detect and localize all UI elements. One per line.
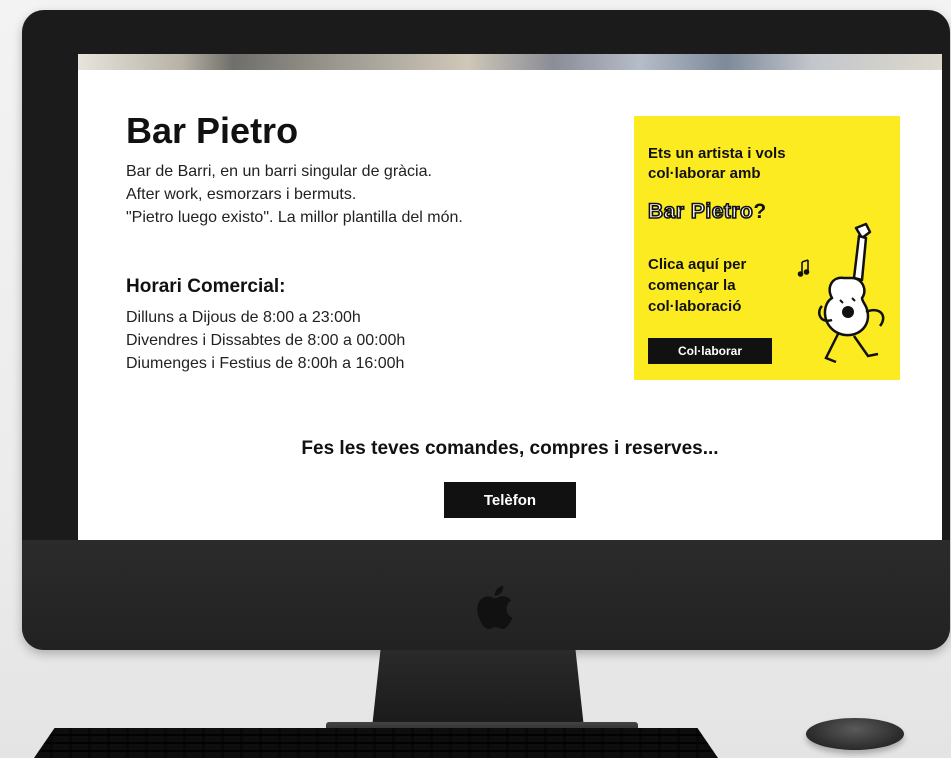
promo-question-mark: ? bbox=[753, 200, 767, 223]
hours-line: Divendres i Dissabtes de 8:00 a 00:00h bbox=[126, 332, 406, 349]
promo-question: Ets un artista i vols col·laborar amb bbox=[648, 144, 848, 184]
page-title: Bar Pietro bbox=[126, 110, 299, 151]
opening-hours-list: Dilluns a Dijous de 8:00 a 23:00h Divend… bbox=[126, 306, 405, 375]
description-line: "Pietro luego existo". La millor plantil… bbox=[126, 209, 463, 226]
hours-line: Dilluns a Dijous de 8:00 a 23:00h bbox=[126, 309, 361, 326]
mouse bbox=[806, 718, 904, 750]
monitor-stand bbox=[372, 650, 584, 728]
promo-question-line: Ets un artista i vols bbox=[648, 145, 786, 162]
orders-heading: Fes les teves comandes, compres i reserv… bbox=[301, 438, 719, 459]
bar-description: Bar de Barri, en un barri singular de gr… bbox=[126, 160, 606, 229]
collaborate-button[interactable]: Col·laborar bbox=[648, 338, 772, 364]
opening-hours-title: Horari Comercial: bbox=[126, 276, 286, 297]
apple-logo-icon bbox=[477, 585, 513, 630]
promo-cta-line: col·laboració bbox=[648, 298, 742, 315]
promo-cta-line: començar la bbox=[648, 277, 736, 294]
imac-monitor: Bar Pietro Bar de Barri, en un barri sin… bbox=[22, 10, 950, 650]
header-image-strip bbox=[78, 54, 942, 70]
description-line: After work, esmorzars i bermuts. bbox=[126, 186, 357, 203]
phone-button[interactable]: Telèfon bbox=[444, 482, 576, 518]
keyboard bbox=[34, 728, 718, 758]
promo-cta-line: Clica aquí per bbox=[648, 256, 747, 273]
promo-cta-text: Clica aquí per començar la col·laboració bbox=[648, 254, 808, 317]
music-notes-icon bbox=[797, 259, 810, 277]
promo-question-line: col·laborar amb bbox=[648, 165, 761, 182]
artist-collab-promo[interactable]: Ets un artista i vols col·laborar amb Ba… bbox=[634, 116, 900, 380]
guitar-character-icon bbox=[797, 222, 885, 364]
description-line: Bar de Barri, en un barri singular de gr… bbox=[126, 163, 432, 180]
promo-bar-name-text: Bar Pietro bbox=[647, 199, 754, 224]
website-screen: Bar Pietro Bar de Barri, en un barri sin… bbox=[78, 54, 942, 540]
promo-bar-name: Bar Pietro? bbox=[647, 199, 767, 224]
hours-line: Diumenges i Festius de 8:00h a 16:00h bbox=[126, 355, 405, 372]
